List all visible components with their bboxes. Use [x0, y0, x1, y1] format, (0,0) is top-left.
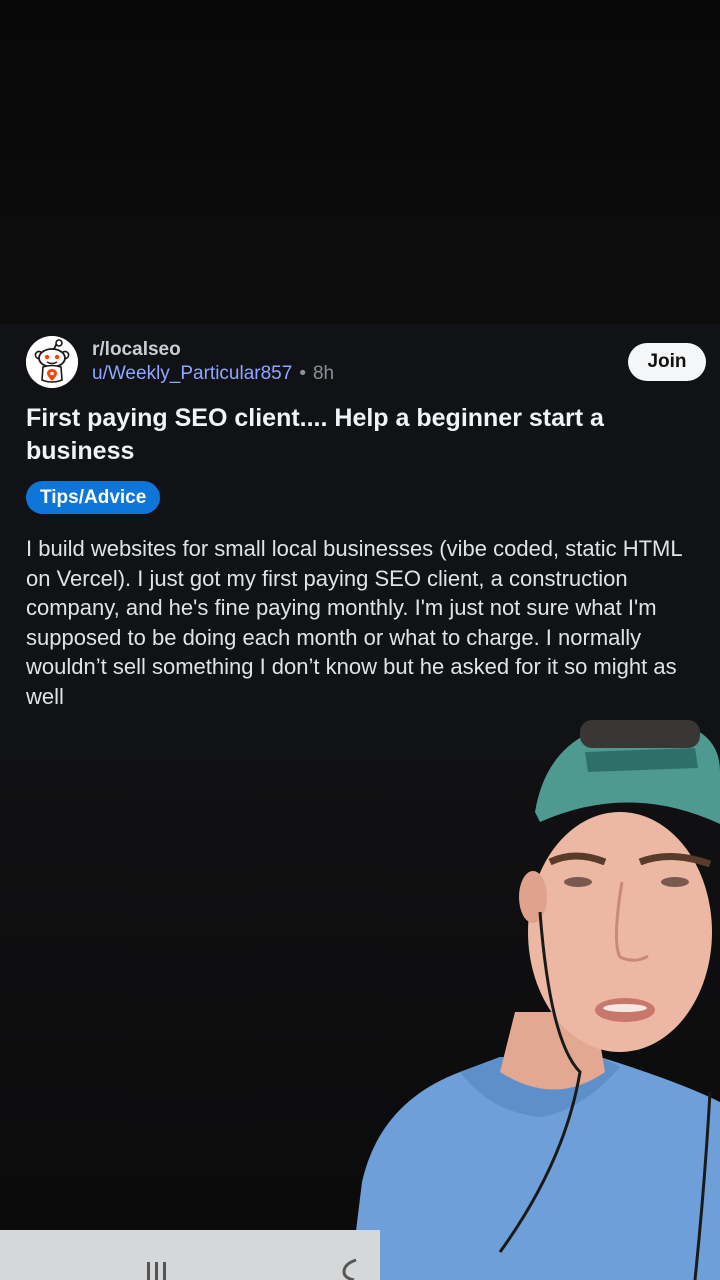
subreddit-name[interactable]: r/localseo: [92, 338, 334, 362]
meta-separator: •: [299, 363, 306, 384]
post-age: 8h: [312, 363, 335, 384]
screen: r/localseo u/Weekly_Particular857 • 8h J…: [0, 0, 720, 1280]
username-link[interactable]: u/Weekly_Particular857: [92, 362, 292, 386]
back-icon[interactable]: [340, 1258, 360, 1280]
post-body: I build websites for small local busines…: [26, 536, 682, 709]
bottom-navigation-bar: [0, 1230, 380, 1280]
user-line: u/Weekly_Particular857 • 8h: [92, 362, 334, 386]
reddit-post-card[interactable]: r/localseo u/Weekly_Particular857 • 8h J…: [0, 324, 720, 760]
post-title[interactable]: First paying SEO client.... Help a begin…: [26, 402, 696, 468]
post-header: r/localseo u/Weekly_Particular857 • 8h: [26, 336, 334, 388]
reddit-snoo-avatar-icon[interactable]: [26, 336, 78, 388]
join-button[interactable]: Join: [628, 343, 706, 381]
post-flair[interactable]: Tips/Advice: [26, 481, 161, 514]
facecam-person-image: [350, 712, 720, 1280]
recents-icon[interactable]: [145, 1262, 169, 1280]
post-meta: r/localseo u/Weekly_Particular857 • 8h: [92, 338, 334, 386]
